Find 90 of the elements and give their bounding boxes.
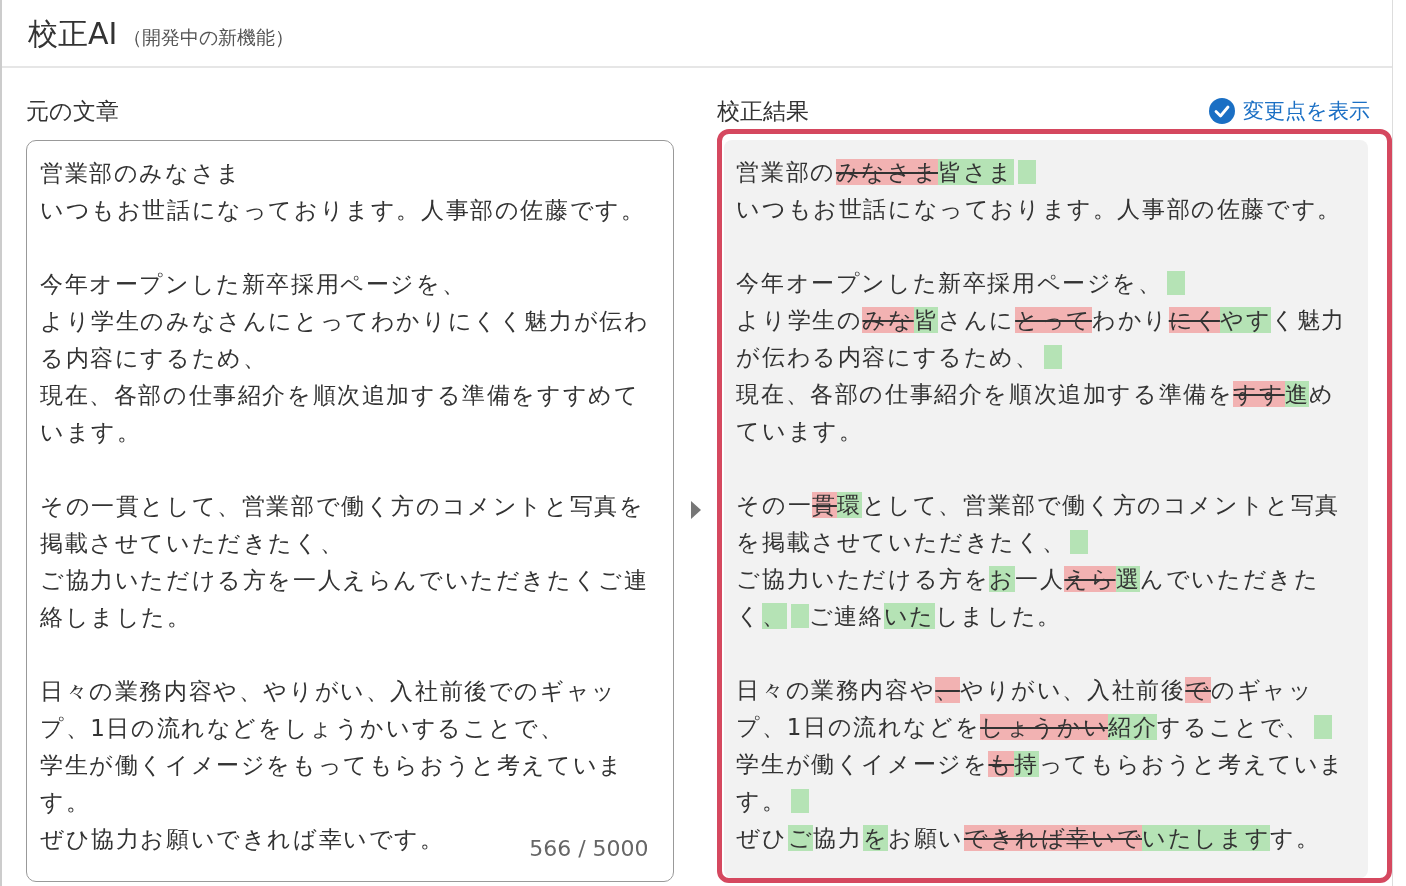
inserted-text: やす [1219,307,1272,333]
text-line: ぜひ協力お願いできれば幸いです。 [40,826,445,852]
unchanged-text: んでいただきた [1140,566,1320,592]
inserted-space-marker [1313,715,1332,739]
text-line: 絡しました。 [40,604,192,630]
text-line: 学生が働くイメージをもってもらおうと考えていま [40,752,624,778]
inserted-text: いたします [1142,825,1271,851]
deleted-text: も [988,751,1015,777]
deleted-text: とって [1015,307,1092,333]
unchanged-text: いつもお世話になっております。人事部の佐藤です。 [736,196,1342,222]
inserted-space-marker [1018,160,1037,184]
unchanged-text: 協力 [813,825,863,851]
character-counter: 566 / 5000 [529,836,649,861]
inserted-text: 皆さま [938,159,1015,185]
inserted-text: 紹介 [1108,714,1158,740]
unchanged-text: く魅力 [1271,307,1346,333]
text-line: ご協力いただける方を一人えらんでいただきたくご連 [40,567,649,593]
inserted-text: を [862,825,889,851]
inserted-text: 選 [1115,566,1141,592]
show-changes-toggle[interactable]: 変更点を表示 [1209,97,1370,125]
unchanged-text: のギャッ [1210,677,1314,703]
text-line: る内容にするため、 [40,345,268,371]
inserted-text: いた [883,603,935,629]
text-line: いつもお世話になっております。人事部の佐藤です。 [40,197,646,223]
result-label: 校正結果 [717,96,810,126]
text-line: す。 [40,789,91,815]
original-label: 元の文章 [26,96,119,126]
unchanged-text: ご連絡 [808,603,884,629]
unchanged-text: 一人 [1015,566,1065,592]
text-line: その一貫として、営業部で働く方のコメントと写真を [40,493,645,519]
deleted-text: みな [862,307,914,333]
inserted-text: 環 [836,492,862,518]
page-subtitle: （開発中の新機能） [123,25,295,50]
deleted-text: できれば幸いで [963,825,1143,851]
unchanged-text: が伝わる内容にするため、 [736,344,1040,370]
unchanged-text: さんに [938,307,1016,333]
unchanged-text: 現在、各部の仕事紹介を順次追加する準備を [736,381,1234,407]
unchanged-text: す。 [736,788,787,814]
unchanged-text: を掲載させていただきたく、 [736,529,1067,555]
unchanged-text: ってもらおうと考えていま [1038,751,1345,777]
unchanged-text: 今年オープンした新卒採用ページを、 [736,270,1163,296]
unchanged-text: お願い [888,825,964,851]
deleted-text: にく [1168,307,1220,333]
inserted-text: 進 [1284,381,1310,407]
inserted-space-marker [790,604,809,628]
text-line: 営業部のみなさま [40,160,242,186]
unchanged-text: 日々の業務内容や [736,677,936,703]
unchanged-text: ご協力いただける方を [736,566,990,592]
unchanged-text: ています。 [736,418,864,444]
deleted-text: で [1185,677,1211,703]
unchanged-text: す。 [1270,825,1321,851]
unchanged-text: その一 [736,492,813,518]
unchanged-text: することで、 [1157,714,1310,740]
unchanged-text: プ、1日の流れなどを [736,714,981,740]
inserted-text: ご [787,825,814,851]
unchanged-text: より学生の [736,307,863,333]
inserted-text: 皆 [913,307,939,333]
text-line: 今年オープンした新卒採用ページを、 [40,271,467,297]
inserted-space-marker [1166,271,1185,295]
arrow-right-icon [690,501,701,519]
deleted-text: みなさま [835,159,939,185]
inserted-text: 、 [762,603,787,629]
deleted-text: 、 [935,677,960,703]
text-line: より学生のみなさんにとってわかりにくく魅力が伝わ [40,308,650,334]
deleted-text: しょうかい [980,714,1109,740]
inserted-space-marker [1043,345,1062,369]
inserted-text: 持 [1014,751,1039,777]
inserted-text: お [989,566,1016,592]
text-line: プ、1日の流れなどをしょうかいすることで、 [40,715,565,741]
text-input-field[interactable] [26,140,674,882]
unchanged-text: わかり [1091,307,1169,333]
unchanged-text: やりがい、入社前後 [959,677,1186,703]
unchanged-text: ぜひ [736,825,788,851]
check-circle-icon [1209,98,1235,124]
unchanged-text: 学生が働くイメージを [736,751,989,777]
unchanged-text: として、営業部で働く方のコメントと写真 [861,492,1340,518]
deleted-text: えら [1064,566,1116,592]
text-line: 日々の業務内容や、やりがい、入社前後でのギャッ [40,678,617,704]
inserted-space-marker [790,789,809,813]
deleted-text: 貫 [812,492,837,518]
unchanged-text: く [736,603,763,629]
text-line: 掲載させていただきたく、 [40,530,345,556]
deleted-text: すす [1233,381,1285,407]
page-title: 校正AI [28,15,118,53]
inserted-space-marker [1070,530,1089,554]
unchanged-text: 営業部の [736,159,836,185]
text-line: います。 [40,419,142,445]
unchanged-text: しました。 [934,603,1062,629]
text-line: 現在、各部の仕事紹介を順次追加する準備をすすめて [40,382,640,408]
unchanged-text: め [1309,381,1335,407]
